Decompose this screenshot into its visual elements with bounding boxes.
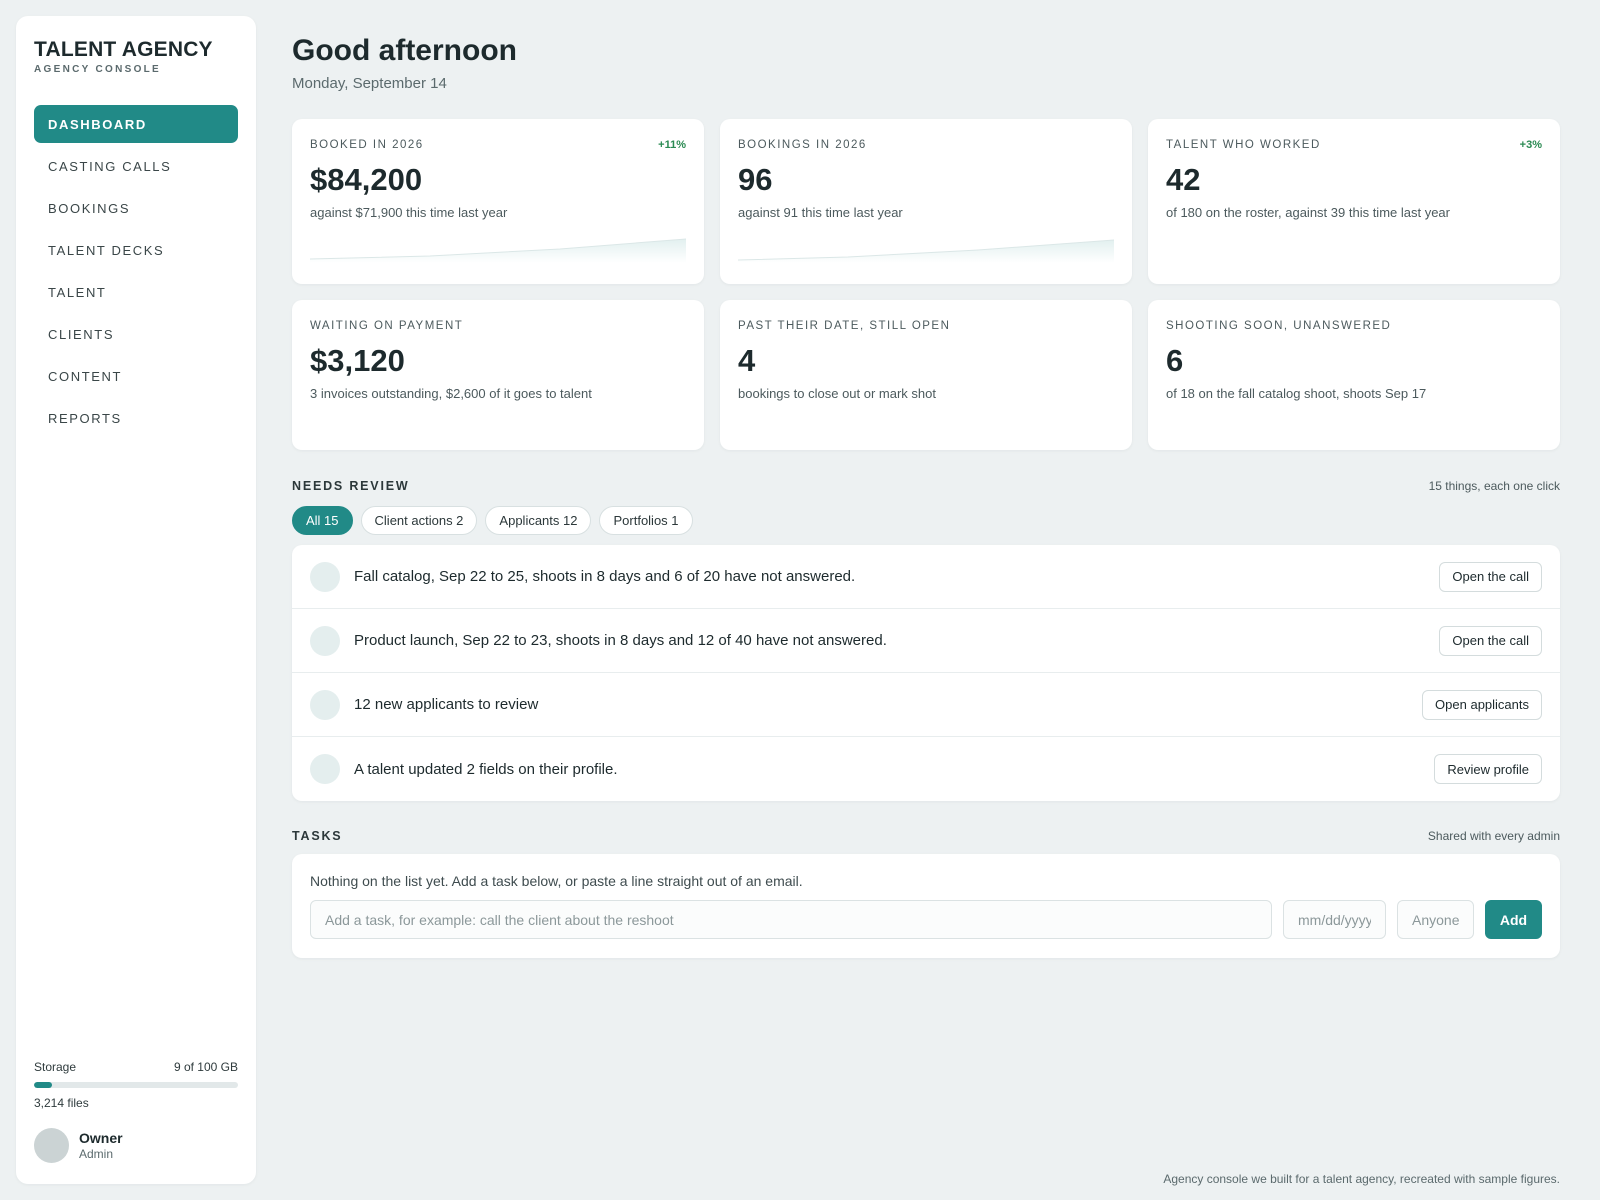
kpi-note: of 180 on the roster, against 39 this ti…: [1166, 205, 1450, 220]
open-call-button[interactable]: Open the call: [1439, 625, 1542, 656]
kpi-value: 6: [1166, 343, 1184, 378]
kpi-note: of 18 on the fall catalog shoot, shoots …: [1166, 386, 1427, 401]
list-item: Product launch, Sep 22 to 23, shoots in …: [292, 609, 1560, 673]
status-dot-icon: [310, 754, 340, 784]
tasks-panel: Nothing on the list yet. Add a task belo…: [292, 854, 1560, 958]
task-input[interactable]: [310, 900, 1272, 939]
task-date-field[interactable]: [1283, 900, 1386, 939]
sidebar-nav: DASHBOARD CASTING CALLS BOOKINGS TALENT …: [34, 105, 238, 441]
chip-portfolios[interactable]: Portfolios 1: [599, 506, 693, 535]
add-task-button[interactable]: Add: [1485, 900, 1542, 939]
kpi-delta-badge: +3%: [1519, 139, 1542, 151]
user-name: Owner: [79, 1130, 123, 1146]
kpi-card-bookings: BOOKINGS IN 2026 96 against 91 this time…: [720, 119, 1132, 284]
review-text: Fall catalog, Sep 22 to 25, shoots in 8 …: [354, 568, 856, 585]
storage-progress-bar: [34, 1082, 238, 1088]
brand-subtitle: AGENCY CONSOLE: [34, 64, 162, 75]
status-dot-icon: [310, 561, 340, 592]
kpi-value: 42: [1166, 162, 1201, 197]
kpi-card-past-date: PAST THEIR DATE, STILL OPEN 4 bookings t…: [720, 300, 1132, 450]
footer-note: Agency console we built for a talent age…: [1163, 1172, 1560, 1186]
sidebar-item-clients[interactable]: CLIENTS: [34, 315, 238, 353]
storage-value: 9 of 100 GB: [173, 1060, 238, 1074]
sidebar-item-casting-calls[interactable]: CASTING CALLS: [34, 147, 238, 185]
sidebar-item-talent[interactable]: TALENT: [34, 273, 238, 311]
needs-review-header: NEEDS REVIEW 15 things, each one click: [292, 479, 1560, 493]
storage-label: Storage: [34, 1060, 77, 1074]
kpi-card-waiting-payment: WAITING ON PAYMENT $3,120 3 invoices out…: [292, 300, 704, 450]
user-profile[interactable]: Owner Admin: [34, 1128, 123, 1163]
kpi-label: PAST THEIR DATE, STILL OPEN: [738, 320, 951, 332]
user-role: Admin: [79, 1147, 114, 1161]
kpi-card-booked: BOOKED IN 2026 +11% $84,200 against $71,…: [292, 119, 704, 284]
sidebar-item-dashboard[interactable]: DASHBOARD: [34, 105, 238, 143]
review-filter-chips: All 15 Client actions 2 Applicants 12 Po…: [292, 506, 701, 535]
section-aside: 15 things, each one click: [1428, 479, 1560, 493]
list-item: Fall catalog, Sep 22 to 25, shoots in 8 …: [292, 545, 1560, 609]
storage-progress-fill: [34, 1082, 53, 1088]
section-aside: Shared with every admin: [1427, 829, 1560, 843]
section-title: TASKS: [292, 829, 343, 843]
review-text: A talent updated 2 fields on their profi…: [354, 760, 618, 778]
kpi-card-talent-worked: TALENT WHO WORKED +3% 42 of 180 on the r…: [1148, 119, 1560, 284]
page-title: Good afternoon: [292, 34, 517, 67]
review-list: Fall catalog, Sep 22 to 25, shoots in 8 …: [292, 545, 1560, 801]
storage-summary: Storage 9 of 100 GB: [34, 1060, 238, 1074]
status-dot-icon: [310, 689, 340, 720]
chip-applicants[interactable]: Applicants 12: [485, 506, 592, 535]
kpi-value: 4: [738, 343, 756, 378]
main-content: Good afternoon Monday, September 14 BOOK…: [292, 0, 1560, 1200]
task-assignee-field[interactable]: [1397, 900, 1474, 939]
kpi-label: SHOOTING SOON, UNANSWERED: [1166, 320, 1392, 332]
kpi-note: 3 invoices outstanding, $2,600 of it goe…: [310, 386, 592, 401]
sidebar-item-reports[interactable]: REPORTS: [34, 399, 238, 437]
storage-files: 3,214 files: [34, 1096, 89, 1110]
kpi-card-shooting-soon: SHOOTING SOON, UNANSWERED 6 of 18 on the…: [1148, 300, 1560, 450]
tasks-empty-message: Nothing on the list yet. Add a task belo…: [310, 873, 803, 889]
kpi-value: $84,200: [310, 162, 423, 197]
brand-title: TALENT AGENCY: [34, 38, 213, 61]
tasks-header: TASKS Shared with every admin: [292, 829, 1560, 843]
kpi-value: $3,120: [310, 343, 405, 378]
page-date: Monday, September 14: [292, 75, 447, 92]
kpi-label: WAITING ON PAYMENT: [310, 320, 464, 332]
sidebar: TALENT AGENCY AGENCY CONSOLE DASHBOARD C…: [16, 16, 256, 1184]
kpi-note: against 91 this time last year: [738, 205, 903, 220]
section-title: NEEDS REVIEW: [292, 479, 410, 493]
kpi-label: TALENT WHO WORKED: [1166, 139, 1321, 151]
review-text: Product launch, Sep 22 to 23, shoots in …: [354, 632, 887, 649]
sidebar-item-content[interactable]: CONTENT: [34, 357, 238, 395]
review-profile-button[interactable]: Review profile: [1434, 754, 1542, 784]
list-item: A talent updated 2 fields on their profi…: [292, 737, 1560, 801]
user-text: Owner Admin: [79, 1130, 123, 1161]
kpi-label: BOOKED IN 2026: [310, 139, 424, 151]
kpi-sparkline: [310, 238, 686, 263]
kpi-delta-badge: +11%: [658, 139, 686, 151]
kpi-note: bookings to close out or mark shot: [738, 386, 936, 401]
avatar: [34, 1128, 69, 1163]
list-item: 12 new applicants to review Open applica…: [292, 673, 1560, 737]
review-text: 12 new applicants to review: [354, 696, 539, 713]
kpi-sparkline: [738, 239, 1114, 263]
sidebar-item-talent-decks[interactable]: TALENT DECKS: [34, 231, 238, 269]
status-dot-icon: [310, 625, 340, 656]
kpi-note: against $71,900 this time last year: [310, 205, 508, 220]
chip-client-actions[interactable]: Client actions 2: [360, 506, 478, 535]
chip-all[interactable]: All 15: [292, 506, 353, 535]
kpi-label: BOOKINGS IN 2026: [738, 139, 867, 151]
open-call-button[interactable]: Open the call: [1439, 561, 1542, 592]
kpi-value: 96: [738, 162, 773, 197]
open-applicants-button[interactable]: Open applicants: [1422, 689, 1542, 720]
sidebar-item-bookings[interactable]: BOOKINGS: [34, 189, 238, 227]
